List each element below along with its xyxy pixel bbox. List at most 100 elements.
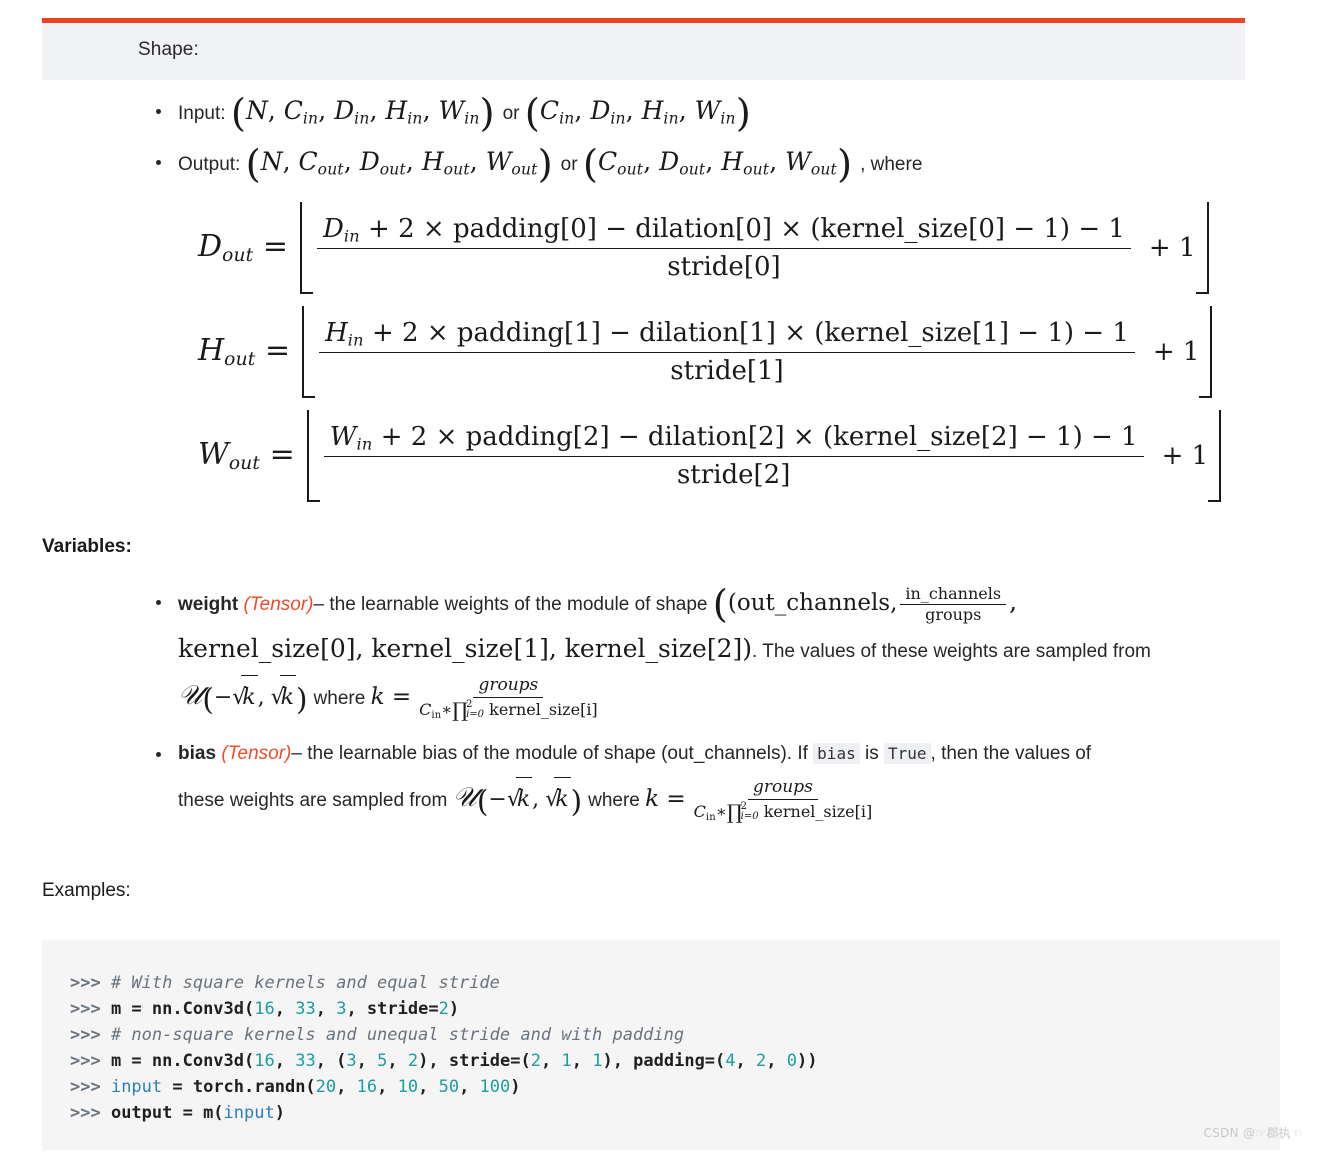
variable-weight-shape-rest: kernel_size[0], kernel_size[1], kernel_s… <box>178 634 753 663</box>
variable-weight-k-var: k = <box>370 684 412 710</box>
formula-wout-plus-one: + 1 <box>1161 441 1209 471</box>
variable-bias-distribution: 𝒰(− √ k, √ k) <box>453 776 589 816</box>
code-token-num: 4 <box>725 1051 736 1071</box>
code-token-num: 16 <box>356 1077 378 1097</box>
variable-bias-desc-2: , then the values of <box>930 742 1092 764</box>
code-token-plain: )) <box>797 1051 818 1071</box>
examples-heading: Examples: <box>42 880 131 901</box>
code-prompt: >>> <box>70 1051 111 1071</box>
code-token-num: 5 <box>377 1051 388 1071</box>
code-token-num: 1 <box>592 1051 603 1071</box>
formula-hout-fraction: Hin + 2 × padding[1] − dilation[1] × (ke… <box>319 318 1135 387</box>
formula-dout-denominator: stride[0] <box>667 252 781 283</box>
code-token-plain: ) <box>510 1077 521 1097</box>
code-token-comment: # With square kernels and equal stride <box>110 973 500 993</box>
groups-denominator: groups <box>925 605 982 625</box>
formula-hout-floor: Hin + 2 × padding[1] − dilation[1] × (ke… <box>302 306 1213 398</box>
code-token-plain: output = m( <box>110 1103 224 1123</box>
formula-hout-plus-one: + 1 <box>1152 337 1200 367</box>
formula-hout: Hout = Hin + 2 × padding[1] − dilation[1… <box>0 300 1322 404</box>
code-prompt: >>> <box>70 973 111 993</box>
code-token-plain: , <box>459 1077 480 1097</box>
code-token-plain: , <box>766 1051 787 1071</box>
formula-wout-lhs: Wout = <box>198 437 295 475</box>
code-prompt: >>> <box>70 1103 111 1123</box>
inchannels-numerator: in_channels <box>900 584 1007 606</box>
formula-dout-floor: Din + 2 × padding[0] − dilation[0] × (ke… <box>300 202 1209 294</box>
shape-bullet-input: Input: (N, Cin, Din, Hin, Win) or (Cin, … <box>152 94 1292 133</box>
shape-output-conjunction: or <box>560 154 578 176</box>
code-line: >>> m = nn.Conv3d(16, 33, (3, 5, 2), str… <box>70 1048 1280 1074</box>
code-token-plain: , <box>387 1051 408 1071</box>
code-line: >>> input = torch.randn(20, 16, 10, 50, … <box>70 1074 1280 1100</box>
code-token-plain: ) <box>274 1103 285 1123</box>
formula-hout-numerator: Hin + 2 × padding[1] − dilation[1] × (ke… <box>319 318 1135 354</box>
shape-bullet-list: Input: (N, Cin, Din, Hin, Win) or (Cin, … <box>152 94 1292 199</box>
variable-weight-shape-comma: , <box>1009 587 1018 616</box>
k-denominator: Cin∗∏ 2 i=0 kernel_size[i] <box>693 799 873 824</box>
code-token-builtin: input <box>223 1103 275 1123</box>
code-token-num: 3 <box>336 999 347 1019</box>
code-token-num: 2 <box>530 1051 541 1071</box>
code-token-comment: # non-square kernels and unequal stride … <box>110 1025 685 1045</box>
k-denominator: Cin∗∏ 2 i=0 kernel_size[i] <box>419 697 598 722</box>
code-token-plain: m = nn.Conv3d( <box>110 999 255 1019</box>
shape-bullet-output: Output: (N, Cout, Dout, Hout, Wout) or (… <box>152 142 1292 188</box>
formula-wout-fraction: Win + 2 × padding[2] − dilation[2] × (ke… <box>323 422 1144 490</box>
code-token-num: 2 <box>756 1051 767 1071</box>
code-prompt: >>> <box>70 1077 111 1097</box>
formula-hout-denominator: stride[1] <box>670 356 784 387</box>
formula-hout-lhs: Hout = <box>198 333 291 371</box>
shape-output-tuple-2: (Cout, Dout, Hout, Wout) <box>582 142 853 188</box>
variable-bias-where: where <box>588 789 640 811</box>
shape-output-label: Output: <box>178 154 241 176</box>
code-token-plain: , <box>315 999 337 1019</box>
shape-input-label: Input: <box>178 103 226 124</box>
variable-bias-dash: – <box>291 742 302 764</box>
variable-weight-shape-open: ((out_channels, <box>712 581 898 627</box>
code-token-builtin: input <box>110 1077 163 1097</box>
variable-bias-desc-3: these weights are sampled from <box>178 789 448 811</box>
code-token-num: 50 <box>438 1077 460 1097</box>
examples-code-block: >>> # With square kernels and equal stri… <box>42 940 1280 1150</box>
variable-weight-name: weight <box>178 594 239 615</box>
code-token-num: 33 <box>295 1051 316 1071</box>
code-token-num: 0 <box>786 1051 797 1071</box>
code-token-plain: ), padding=( <box>602 1051 726 1071</box>
variable-item-bias: bias (Tensor)– the learnable bias of the… <box>152 732 1272 824</box>
variable-weight-k-fraction: groups Cin∗∏ 2 i=0 kernel_size[i] <box>414 676 603 722</box>
code-token-num: 3 <box>346 1051 357 1071</box>
variable-bias-is-word: is <box>864 742 879 764</box>
variable-bias-type: (Tensor) <box>221 742 292 764</box>
code-token-plain: , <box>377 1077 398 1097</box>
code-token-plain: , ( <box>315 1051 347 1071</box>
code-token-num: 2 <box>438 999 449 1019</box>
code-token-plain: , <box>274 1051 296 1071</box>
code-prompt: >>> <box>70 999 111 1019</box>
code-token-plain: ), stride=( <box>418 1051 531 1071</box>
code-token-plain: , <box>571 1051 593 1071</box>
code-token-plain: , <box>735 1051 757 1071</box>
shape-input-conjunction: or <box>502 103 520 124</box>
code-line: >>> # With square kernels and equal stri… <box>70 970 1280 996</box>
code-true: True <box>884 742 931 764</box>
shape-output-trailing: , where <box>860 154 923 176</box>
code-token-num: 1 <box>561 1051 572 1071</box>
code-prompt: >>> <box>70 1025 111 1045</box>
variable-item-weight: weight (Tensor)– the learnable weights o… <box>152 580 1272 722</box>
formula-dout-fraction: Din + 2 × padding[0] − dilation[0] × (ke… <box>317 214 1131 283</box>
code-token-plain: , <box>274 999 296 1019</box>
code-token-plain: , <box>418 1077 439 1097</box>
variable-weight-type: (Tensor) <box>243 594 314 615</box>
code-token-plain: m = nn.Conv3d( <box>110 1051 255 1071</box>
code-token-plain: ) <box>448 999 460 1019</box>
code-bias: bias <box>813 742 860 764</box>
code-token-num: 16 <box>254 1051 275 1071</box>
variable-weight-dash: – <box>313 594 325 615</box>
variables-heading: Variables: <box>42 536 132 557</box>
shape-output-tuple-1: (N, Cout, Dout, Hout, Wout) <box>245 142 553 188</box>
code-token-num: 16 <box>254 999 275 1019</box>
code-token-num: 100 <box>479 1077 511 1097</box>
variable-bias-k-fraction: groups Cin∗∏ 2 i=0 kernel_size[i] <box>689 777 878 824</box>
variable-weight-desc-1: the learnable weights of the module of s… <box>329 594 708 615</box>
